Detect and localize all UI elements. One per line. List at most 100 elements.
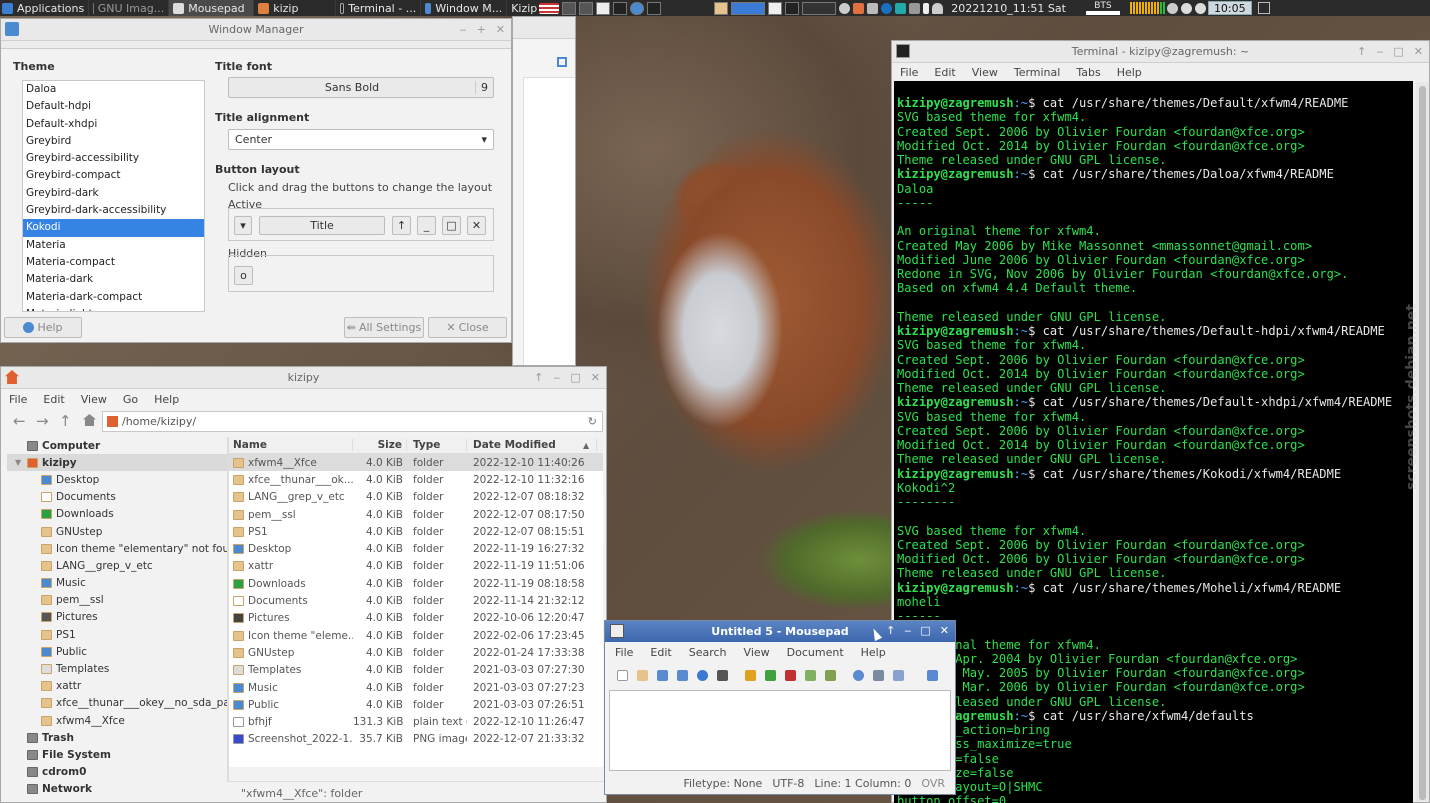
all-settings-button[interactable]: ⇚ All Settings [344,317,424,338]
theme-list-item[interactable]: Kokodi [23,219,204,237]
browser-icon[interactable] [630,1,645,15]
table-row[interactable]: xattr 4.0 KiB folder 2022-11-19 11:51:06 [229,558,603,575]
hp-printer-icon[interactable] [881,2,893,14]
table-row[interactable]: Templates 4.0 KiB folder 2021-03-03 07:27:3… [229,662,603,679]
close-icon[interactable]: ✕ [591,371,600,384]
save-icon[interactable] [657,669,668,681]
maximize-icon[interactable]: □ [920,624,930,637]
background-window-titlebar[interactable] [513,17,575,39]
paste-icon[interactable] [825,669,836,681]
notes-icon[interactable] [768,1,783,15]
column-header[interactable]: Name [229,439,353,451]
settings-icon[interactable] [867,2,879,14]
menu-edit[interactable]: Edit [43,393,64,406]
close-document-icon[interactable] [717,669,728,681]
table-row[interactable]: GNUstep 4.0 KiB folder 2022-01-24 17:33:38 [229,644,603,661]
menu-document[interactable]: Document [787,646,844,659]
table-row[interactable]: Pictures 4.0 KiB folder 2022-10-06 12:20:47 [229,610,603,627]
help-button[interactable]: Help [4,317,82,338]
theme-list-item[interactable]: Greybird-compact [23,167,204,184]
reload-icon[interactable]: ↻ [588,415,597,428]
menu-view[interactable]: View [81,393,107,406]
table-row[interactable]: pem__ssl 4.0 KiB folder 2022-12-07 08:17:50 [229,506,603,523]
open-folder-icon[interactable] [637,669,648,681]
theme-list-item[interactable]: Greybird-dark [23,185,204,202]
sidebar-item[interactable]: Music [7,575,227,592]
close-icon[interactable]: ✕ [496,23,505,36]
menu-terminal[interactable]: Terminal [1014,66,1061,79]
theme-list-item[interactable]: Materia-dark-compact [23,289,204,306]
expand-icon[interactable] [557,57,567,67]
table-row[interactable]: Music 4.0 KiB folder 2021-03-03 07:27:23 [229,679,603,696]
applications-menu[interactable]: Applications [0,0,90,16]
table-row[interactable]: Downloads 4.0 KiB folder 2022-11-19 08:18:5… [229,575,603,592]
theme-list-item[interactable]: Materia-dark [23,271,204,288]
title-alignment-select[interactable]: Center ▾ [228,129,494,150]
network-icon[interactable] [895,2,907,14]
save-as-icon[interactable] [677,669,688,681]
sidebar-item[interactable]: Documents [7,489,227,506]
theme-list-item[interactable]: Daloa [23,81,204,98]
user-icon[interactable] [1180,2,1192,14]
table-row[interactable]: bfhjf 131.3 KiB plain text dc 2022-12-10 11… [229,713,603,730]
table-row[interactable]: Desktop 4.0 KiB folder 2022-11-19 16:27:32 [229,540,603,557]
title-button-slot[interactable]: Title [259,216,385,235]
home-nav-icon[interactable] [83,414,96,426]
column-header[interactable]: Size [353,439,407,451]
sidebar-item[interactable]: Pictures [7,609,227,626]
maximize-icon[interactable]: □ [570,371,580,384]
sidebar-item[interactable]: GNUstep [7,523,227,540]
sidebar-item[interactable]: cdrom0 [7,764,227,781]
expander-open-icon[interactable]: ▼ [15,458,23,467]
panel-end-icon[interactable] [1257,2,1270,14]
menu-file[interactable]: File [615,646,633,659]
redo-icon[interactable] [765,669,776,681]
close-button-slot[interactable]: ✕ [467,216,486,235]
goto-line-icon[interactable] [893,669,904,681]
encoding-label[interactable]: UTF-8 [772,777,804,790]
cut-icon[interactable] [785,669,796,681]
terminal-output[interactable]: kizipy@zagremush:~$ cat /usr/share/theme… [894,81,1413,803]
terminal-launcher-icon[interactable] [785,1,800,15]
menu-view[interactable]: View [972,66,998,79]
minimize-icon[interactable]: ‒ [904,624,911,637]
menu-help[interactable]: Help [861,646,886,659]
menu-go[interactable]: Go [123,393,138,406]
find-icon[interactable] [853,669,864,681]
close-icon[interactable]: ✕ [1414,45,1423,58]
sidebar-item[interactable]: Computer [7,437,227,454]
sidebar-item[interactable]: xattr [7,678,227,695]
theme-list-item[interactable]: Greybird-dark-accessibility [23,202,204,219]
find-replace-icon[interactable] [873,669,884,681]
stick-button-slot[interactable]: o [234,266,253,285]
sidebar-item[interactable]: Public [7,643,227,660]
file-list-view[interactable]: Name Size Type Date Modified ▲ xfwm4__Xfce 4.0… [229,437,603,767]
sidebar-item[interactable]: File System [7,746,227,763]
terminal-titlebar[interactable]: Terminal - kizipy@zagremush: ~ ↑ ‒ □ ✕ [892,41,1429,63]
theme-list-item[interactable]: Default-xhdpi [23,116,204,133]
folder-launcher-icon[interactable] [714,1,729,15]
task-kizip[interactable]: Kizip [507,0,537,16]
window-manager-titlebar[interactable]: Window Manager ‒ + ✕ [1,19,511,41]
volume-icon[interactable] [909,2,921,14]
background-window[interactable] [512,16,576,366]
workspace-1-icon[interactable] [731,1,766,15]
sidebar-item[interactable]: Network [7,781,227,798]
table-row[interactable]: LANG__grep_v_etc 4.0 KiB folder 2022-12-07 … [229,489,603,506]
tray-box-icon[interactable] [579,1,594,15]
forward-icon[interactable]: → [36,412,49,430]
reload-icon[interactable] [697,669,708,681]
theme-list-item[interactable]: Materia-compact [23,254,204,271]
task-mousepad[interactable]: Mousepad [169,0,255,16]
table-row[interactable]: Screenshot_2022-1... 35.7 KiB PNG image 202… [229,731,603,748]
workspace-2-icon[interactable] [802,1,837,15]
menu-view[interactable]: View [744,646,770,659]
menu-button-slot[interactable]: ▾ [234,216,252,235]
menu-edit[interactable]: Edit [650,646,671,659]
theme-list-item[interactable]: Materia-light [23,306,204,311]
theme-list-item[interactable]: Greybird [23,133,204,150]
clipboard-icon[interactable] [853,2,865,14]
sidebar-item[interactable]: xfce__thunar___okey__no_sda_partit [7,695,227,712]
filetype-label[interactable]: Filetype: None [683,777,762,790]
theme-list-item[interactable]: Materia [23,237,204,254]
